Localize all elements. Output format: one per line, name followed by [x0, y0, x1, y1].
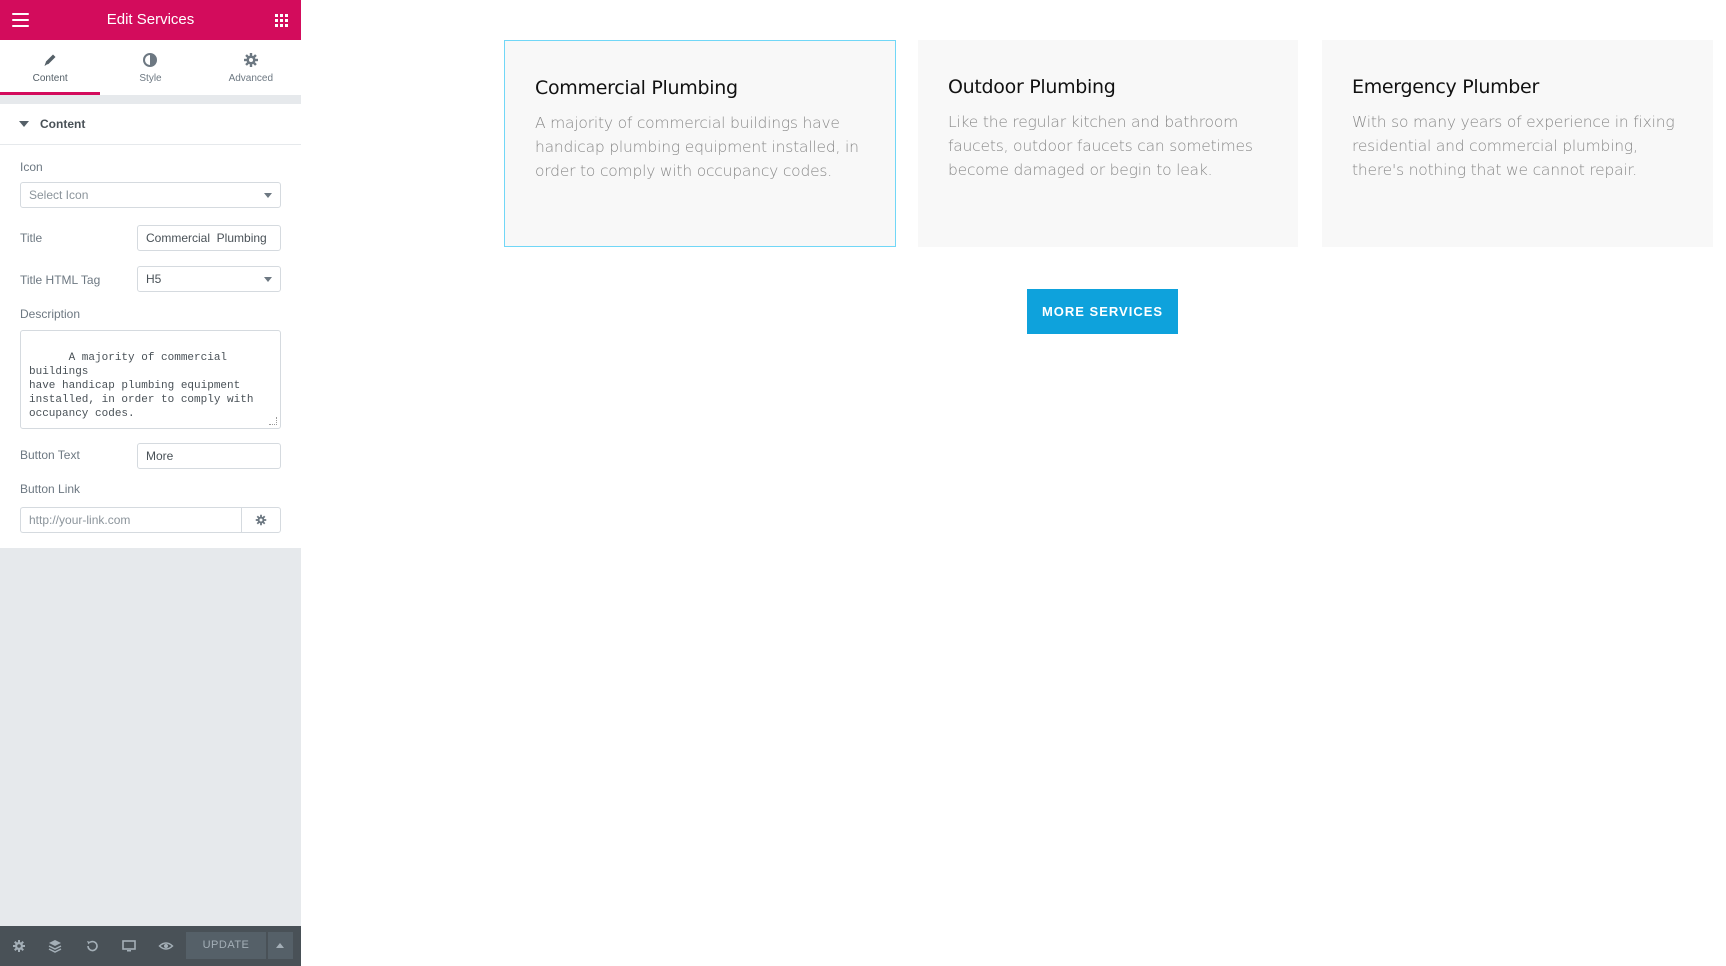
- service-card[interactable]: Commercial Plumbing A majority of commer…: [504, 40, 896, 247]
- history-icon[interactable]: [84, 938, 100, 954]
- icon-select[interactable]: Select Icon: [20, 182, 281, 208]
- contrast-icon: [143, 53, 158, 67]
- tab-advanced-label: Advanced: [228, 73, 274, 84]
- button-link-input[interactable]: http://your-link.com: [20, 507, 242, 533]
- description-label: Description: [20, 307, 81, 321]
- dropdown-arrow-icon: [264, 193, 272, 198]
- pencil-icon: [44, 54, 56, 66]
- navigator-layers-icon[interactable]: [47, 938, 63, 954]
- section-content-header[interactable]: Content: [0, 104, 301, 145]
- gear-icon: [255, 514, 267, 526]
- controls-panel: Content Icon Select Icon Title Commercia…: [0, 104, 301, 548]
- sidebar-header: Edit Services: [0, 0, 301, 40]
- dropdown-arrow-icon: [264, 277, 272, 282]
- responsive-desktop-icon[interactable]: [121, 938, 137, 954]
- description-text: A majority of commercial buildings have …: [29, 352, 254, 420]
- settings-gear-icon[interactable]: [11, 938, 27, 954]
- page-canvas: Commercial Plumbing A majority of commer…: [301, 0, 1726, 966]
- caret-down-icon: [19, 121, 29, 127]
- more-services-button[interactable]: MORE SERVICES: [1027, 289, 1178, 334]
- gear-icon: [243, 53, 258, 67]
- service-card-description: A majority of commercial buildings have …: [535, 114, 859, 180]
- description-textarea[interactable]: A majority of commercial buildings have …: [20, 330, 281, 429]
- button-link-control: http://your-link.com: [20, 507, 281, 533]
- tab-style[interactable]: Style: [100, 40, 200, 95]
- section-content-label: Content: [40, 117, 86, 131]
- service-card-title: Emergency Plumber: [1352, 76, 1539, 98]
- resize-handle-icon[interactable]: [269, 417, 277, 425]
- tab-style-label: Style: [139, 73, 162, 84]
- editor-sidebar: Edit Services Content Style Advanced Con…: [0, 0, 301, 966]
- icon-select-placeholder: Select Icon: [29, 188, 89, 202]
- panel-tabs: Content Style Advanced: [0, 40, 301, 96]
- service-card[interactable]: Emergency Plumber With so many years of …: [1322, 40, 1713, 247]
- title-label: Title: [20, 231, 43, 245]
- button-text-label: Button Text: [20, 448, 80, 462]
- service-card-title: Commercial Plumbing: [535, 77, 738, 99]
- tab-content[interactable]: Content: [0, 40, 101, 95]
- title-input[interactable]: Commercial Plumbing: [137, 225, 281, 251]
- tab-content-label: Content: [32, 73, 68, 84]
- service-card-description: Like the regular kitchen and bathroom fa…: [948, 113, 1253, 179]
- link-options-button[interactable]: [241, 507, 281, 533]
- panel-title: Edit Services: [106, 11, 195, 28]
- icon-label: Icon: [20, 160, 43, 174]
- title-html-tag-label: Title HTML Tag: [20, 273, 101, 287]
- preview-eye-icon[interactable]: [158, 938, 174, 954]
- tab-advanced[interactable]: Advanced: [201, 40, 301, 95]
- button-text-input[interactable]: More: [137, 443, 281, 469]
- widgets-grid-icon[interactable]: [275, 14, 288, 27]
- update-button[interactable]: UPDATE: [186, 932, 266, 959]
- service-card-description: With so many years of experience in fixi…: [1352, 113, 1675, 179]
- sidebar-footer: UPDATE: [0, 926, 301, 966]
- title-html-tag-value: H5: [146, 272, 162, 286]
- service-card-title: Outdoor Plumbing: [948, 76, 1116, 98]
- button-link-label: Button Link: [20, 482, 81, 496]
- update-options-caret-icon[interactable]: [268, 932, 293, 959]
- title-html-tag-select[interactable]: H5: [137, 266, 281, 292]
- service-card[interactable]: Outdoor Plumbing Like the regular kitche…: [918, 40, 1298, 247]
